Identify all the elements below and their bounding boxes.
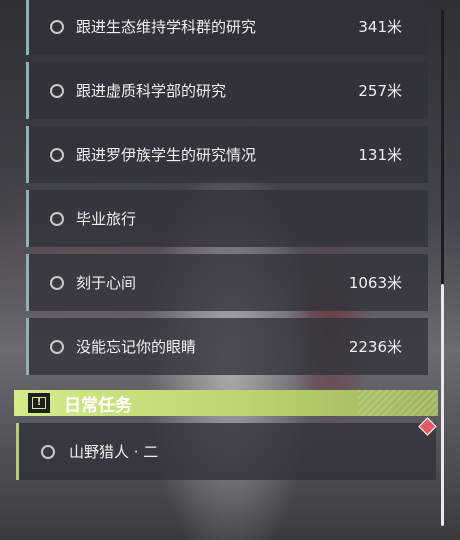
quest-distance: 341米: [358, 18, 402, 36]
quest-title: 跟进虚质科学部的研究: [76, 82, 227, 100]
quest-status-icon: [50, 19, 64, 34]
quest-status-icon: [41, 444, 55, 459]
quest-item[interactable]: 毕业旅行: [26, 190, 428, 247]
quest-title: 没能忘记你的眼睛: [76, 338, 197, 356]
quest-item[interactable]: 没能忘记你的眼睛 2236米: [26, 318, 428, 375]
quest-distance: 257米: [358, 82, 402, 100]
quest-distance: 131米: [358, 146, 402, 164]
quest-title: 跟进罗伊族学生的研究情况: [76, 146, 257, 164]
quest-status-icon: [50, 83, 64, 98]
quest-title: 刻于心间: [76, 274, 137, 292]
quest-status-icon: [50, 275, 64, 290]
exclamation-icon: !: [28, 393, 50, 413]
quest-distance: 2236米: [348, 338, 402, 356]
daily-quest-item[interactable]: 山野猎人 · 二: [16, 423, 436, 480]
quest-status-icon: [50, 339, 64, 354]
quest-item[interactable]: 跟进虚质科学部的研究 257米: [26, 62, 428, 119]
quest-status-icon: [50, 211, 64, 226]
quest-title: 毕业旅行: [76, 210, 137, 228]
quest-title: 跟进生态维持学科群的研究: [76, 18, 257, 36]
quest-item[interactable]: 刻于心间 1063米: [26, 254, 428, 311]
quest-distance: 1063米: [348, 274, 402, 292]
daily-quests-header: ! 日常任务: [14, 390, 438, 416]
quest-item[interactable]: 跟进生态维持学科群的研究 341米: [26, 0, 428, 55]
daily-quests-label: 日常任务: [64, 395, 132, 416]
quest-status-icon: [50, 147, 64, 162]
quest-item[interactable]: 跟进罗伊族学生的研究情况 131米: [26, 126, 428, 183]
scrollbar-thumb[interactable]: [441, 284, 444, 526]
header-decoration: [358, 390, 438, 416]
daily-quest-title: 山野猎人 · 二: [69, 443, 159, 461]
